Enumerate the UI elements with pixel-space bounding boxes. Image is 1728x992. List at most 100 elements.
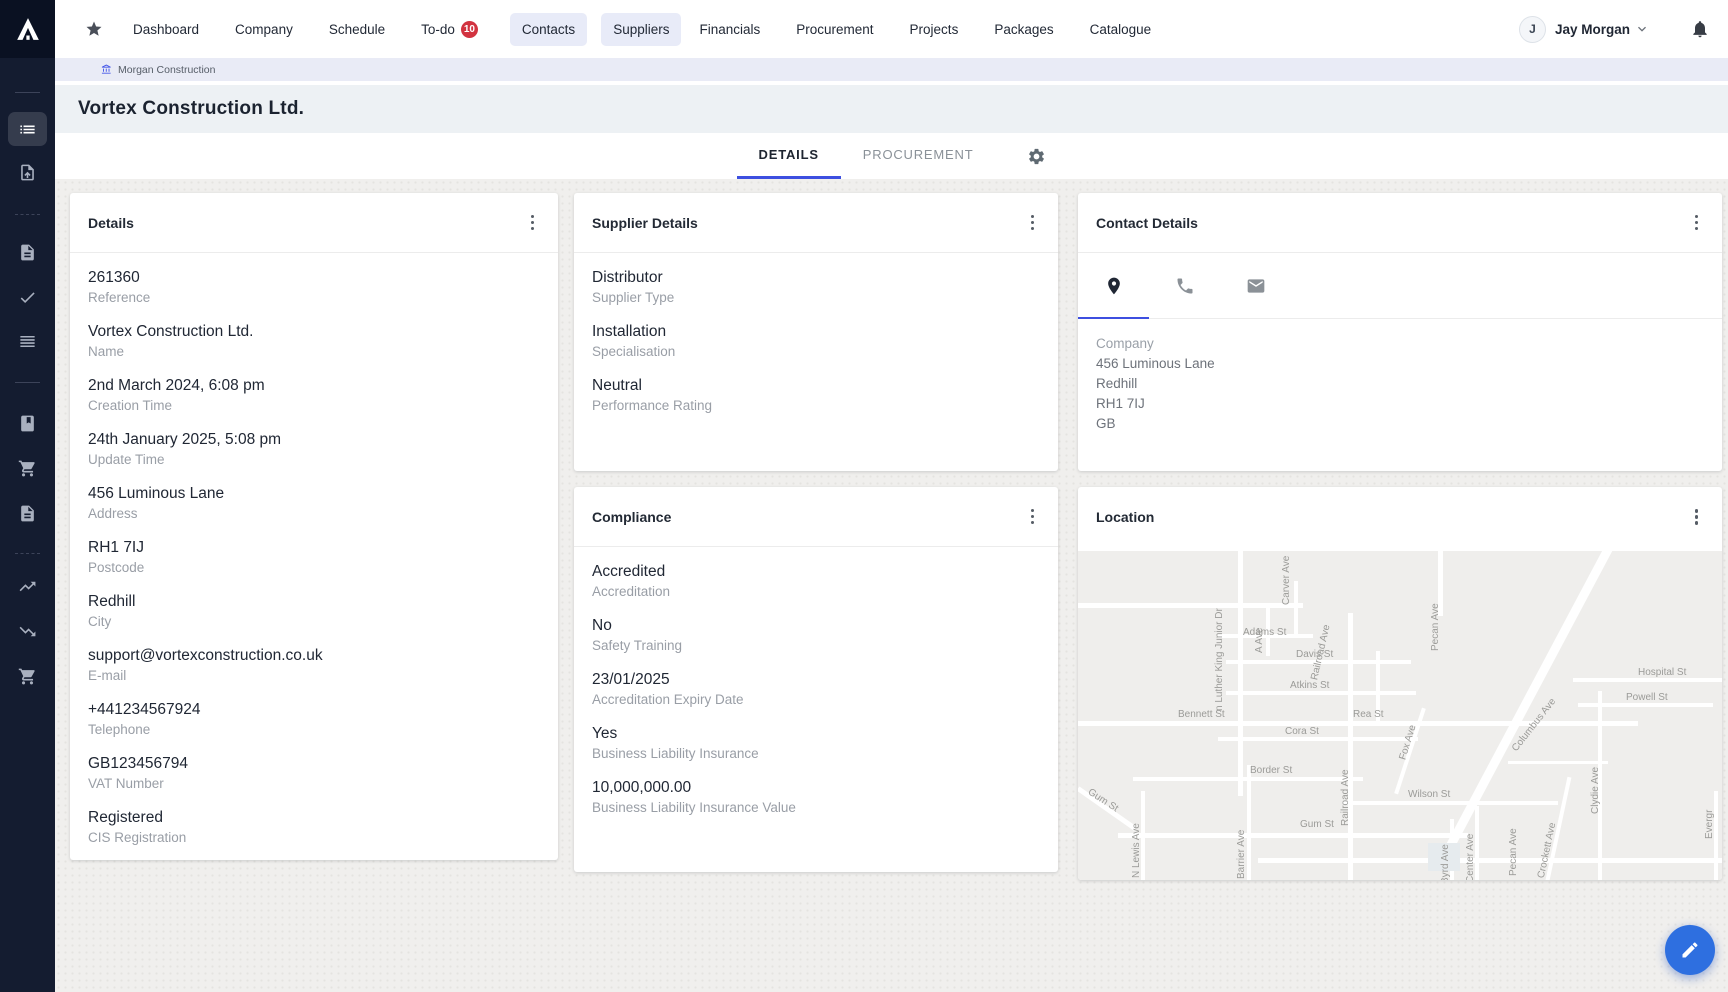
- map[interactable]: n Luther King Junior Dr Carver Ave A Ave…: [1078, 551, 1722, 880]
- map-street-label: Powell St: [1626, 692, 1668, 703]
- nav-item-suppliers[interactable]: Suppliers: [601, 13, 681, 46]
- location-card: Location: [1078, 487, 1722, 880]
- map-road: [1218, 737, 1418, 741]
- map-road: [1238, 551, 1243, 796]
- kebab-menu-icon[interactable]: [525, 209, 541, 237]
- nav-item-financials[interactable]: Financials: [695, 14, 764, 45]
- sidebar-item-procurement[interactable]: [0, 446, 55, 490]
- company-building-icon: [101, 64, 112, 75]
- sidebar-divider: [15, 553, 40, 554]
- tab-details[interactable]: DETAILS: [737, 133, 841, 179]
- gear-icon[interactable]: [1027, 133, 1046, 179]
- edit-fab-button[interactable]: [1665, 925, 1715, 975]
- sidebar-item-list[interactable]: [0, 107, 55, 151]
- user-name[interactable]: Jay Morgan: [1555, 22, 1630, 37]
- field-reference: 261360Reference: [88, 267, 540, 307]
- map-street-label: Pecan Ave: [1508, 806, 1519, 876]
- map-street-label: Cora St: [1285, 726, 1319, 737]
- app-logo[interactable]: [0, 0, 55, 58]
- breadcrumb-company[interactable]: Morgan Construction: [118, 64, 215, 76]
- nav-item-projects[interactable]: Projects: [906, 14, 963, 45]
- sidebar-item-invoices[interactable]: [0, 491, 55, 535]
- contact-tab-location[interactable]: [1078, 253, 1149, 318]
- contact-address-line: 456 Luminous Lane: [1096, 354, 1704, 374]
- nav-item-schedule[interactable]: Schedule: [325, 14, 389, 45]
- map-street-label: Railroad Ave: [1309, 601, 1338, 681]
- map-street-label: Evergr: [1704, 789, 1715, 839]
- map-road: [1078, 721, 1638, 726]
- nav-item-catalogue[interactable]: Catalogue: [1086, 14, 1156, 45]
- contact-address-line: RH1 7IJ: [1096, 394, 1704, 414]
- cart-icon: [18, 459, 37, 478]
- map-street-label: N Lewis Ave: [1131, 803, 1142, 878]
- contact-tab-email[interactable]: [1220, 253, 1291, 318]
- kebab-menu-icon[interactable]: [1689, 209, 1705, 237]
- nav-item-procurement[interactable]: Procurement: [792, 14, 877, 45]
- nav-item-company[interactable]: Company: [231, 14, 297, 45]
- map-road: [1258, 858, 1722, 863]
- map-street-label: Border St: [1250, 765, 1292, 776]
- sidebar-divider: [15, 92, 40, 93]
- sidebar-item-documents[interactable]: [0, 230, 55, 274]
- title-band: Vortex Construction Ltd.: [55, 85, 1728, 133]
- pencil-icon: [1680, 940, 1700, 960]
- contact-details-card: Contact Details Company 456 Luminous Lan…: [1078, 193, 1722, 471]
- location-pin-icon: [1104, 276, 1124, 296]
- kebab-menu-icon[interactable]: [1689, 503, 1705, 531]
- chevron-down-icon[interactable]: [1634, 21, 1650, 37]
- sidebar-item-lists[interactable]: [0, 319, 55, 363]
- field-name: Vortex Construction Ltd.Name: [88, 321, 540, 361]
- field-city: RedhillCity: [88, 591, 540, 631]
- sidebar-item-income[interactable]: [0, 564, 55, 608]
- notifications-bell-icon[interactable]: [1690, 19, 1710, 39]
- nav-item-todo[interactable]: To-do 10: [417, 13, 482, 46]
- map-street-label: Pecan Ave: [1430, 581, 1441, 651]
- trending-down-icon: [18, 622, 37, 641]
- map-street-label: Center Ave: [1465, 823, 1476, 880]
- tab-procurement[interactable]: PROCUREMENT: [841, 133, 996, 179]
- map-street-label: Railroad Ave: [1340, 731, 1351, 826]
- trending-up-icon: [18, 577, 37, 596]
- field-creation-time: 2nd March 2024, 6:08 pmCreation Time: [88, 375, 540, 415]
- nav-item-contacts[interactable]: Contacts: [510, 13, 587, 46]
- favorites-star-icon[interactable]: [85, 20, 103, 38]
- sidebar-divider: [15, 382, 40, 383]
- list-icon: [18, 120, 37, 139]
- field-address: 456 Luminous LaneAddress: [88, 483, 540, 523]
- card-title: Details: [88, 215, 134, 231]
- cart-icon: [18, 667, 37, 686]
- field-specialisation: InstallationSpecialisation: [592, 321, 1040, 361]
- nav-item-dashboard[interactable]: Dashboard: [129, 14, 203, 45]
- sidebar-item-expenses[interactable]: [0, 609, 55, 653]
- file-upload-icon: [18, 163, 37, 182]
- compliance-card: Compliance AccreditedAccreditation NoSaf…: [574, 487, 1058, 872]
- kebab-menu-icon[interactable]: [1025, 209, 1041, 237]
- map-road: [1573, 678, 1722, 682]
- map-street-label: Wilson St: [1408, 789, 1450, 800]
- sidebar-item-file-upload[interactable]: [0, 150, 55, 194]
- contact-address-line: Redhill: [1096, 374, 1704, 394]
- map-street-label: Bennett St: [1178, 709, 1225, 720]
- nav-item-packages[interactable]: Packages: [990, 14, 1057, 45]
- field-liability-insurance-value: 10,000,000.00Business Liability Insuranc…: [592, 777, 1040, 817]
- supplier-details-card: Supplier Details DistributorSupplier Typ…: [574, 193, 1058, 471]
- kebab-menu-icon[interactable]: [1025, 503, 1041, 531]
- field-supplier-type: DistributorSupplier Type: [592, 267, 1040, 307]
- map-street-label: Adams St: [1243, 627, 1286, 638]
- avatar[interactable]: J: [1519, 16, 1546, 43]
- book-icon: [18, 414, 37, 433]
- map-street-label: Carver Ave: [1281, 551, 1292, 605]
- contact-tab-phone[interactable]: [1149, 253, 1220, 318]
- map-road: [1118, 833, 1468, 838]
- sidebar-item-orders[interactable]: [0, 654, 55, 698]
- map-street-label: Rea St: [1353, 709, 1384, 720]
- mail-icon: [1246, 276, 1266, 296]
- top-navbar: Dashboard Company Schedule To-do 10 Cont…: [55, 0, 1728, 58]
- phone-icon: [1175, 276, 1195, 296]
- app-logo-icon: [15, 16, 41, 42]
- map-road: [1294, 581, 1298, 636]
- sidebar-item-contacts-book[interactable]: [0, 401, 55, 445]
- sidebar: [0, 0, 55, 992]
- sidebar-item-approvals[interactable]: [0, 275, 55, 319]
- map-street-label: Gum St: [1300, 819, 1334, 830]
